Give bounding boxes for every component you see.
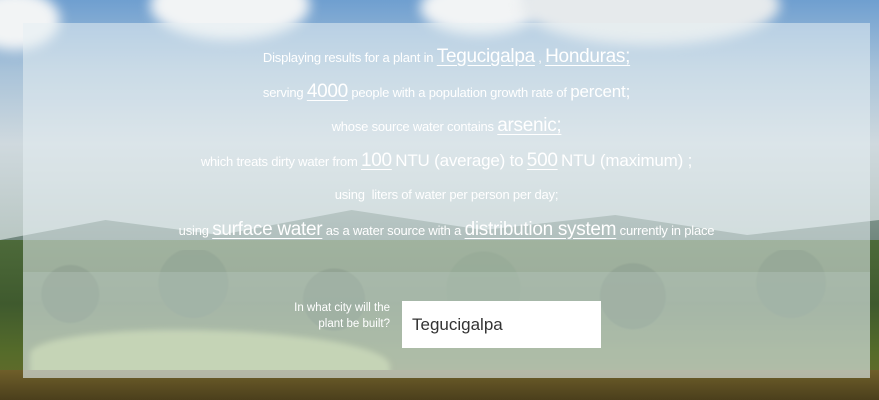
summary-text: using: [178, 222, 209, 238]
country-link[interactable]: Honduras;: [545, 46, 630, 67]
population-line: serving 4000 people with a population gr…: [23, 75, 870, 110]
summary-text: serving: [262, 84, 304, 100]
water-source-link[interactable]: surface water: [212, 219, 322, 240]
water-usage-line: using liters of water per person per day…: [23, 178, 870, 213]
summary-text: NTU (maximum) ;: [561, 150, 693, 170]
location-line: Displaying results for a plant in Teguci…: [23, 40, 870, 75]
city-input[interactable]: [402, 301, 601, 348]
distribution-link[interactable]: distribution system: [465, 219, 617, 240]
summary-text: which treats dirty water from: [200, 153, 358, 169]
summary-text: people with a population growth rate of: [351, 84, 567, 100]
source-line: using surface water as a water source wi…: [23, 213, 870, 248]
summary-text: Displaying results for a plant in: [262, 50, 434, 65]
summary-text: as a water source with a: [325, 222, 462, 238]
summary-text: ,: [538, 50, 542, 65]
contaminant-line: whose source water contains arsenic;: [23, 109, 870, 144]
city-question-label: In what city will the plant be built?: [294, 302, 390, 330]
growth-unit: percent;: [570, 81, 631, 101]
summary-text: NTU (average) to: [395, 150, 524, 170]
turbidity-line: which treats dirty water from 100 NTU (a…: [23, 144, 870, 179]
city-link[interactable]: Tegucigalpa: [437, 46, 535, 67]
average-ntu-link[interactable]: 100: [361, 150, 392, 171]
population-link[interactable]: 4000: [307, 81, 348, 102]
results-summary: Displaying results for a plant in Teguci…: [23, 40, 870, 247]
summary-text: using liters of water per person per day…: [334, 187, 559, 202]
summary-text: currently in place: [619, 222, 715, 238]
summary-text: whose source water contains: [331, 119, 494, 134]
contaminant-link[interactable]: arsenic;: [497, 115, 561, 136]
maximum-ntu-link[interactable]: 500: [527, 150, 558, 171]
